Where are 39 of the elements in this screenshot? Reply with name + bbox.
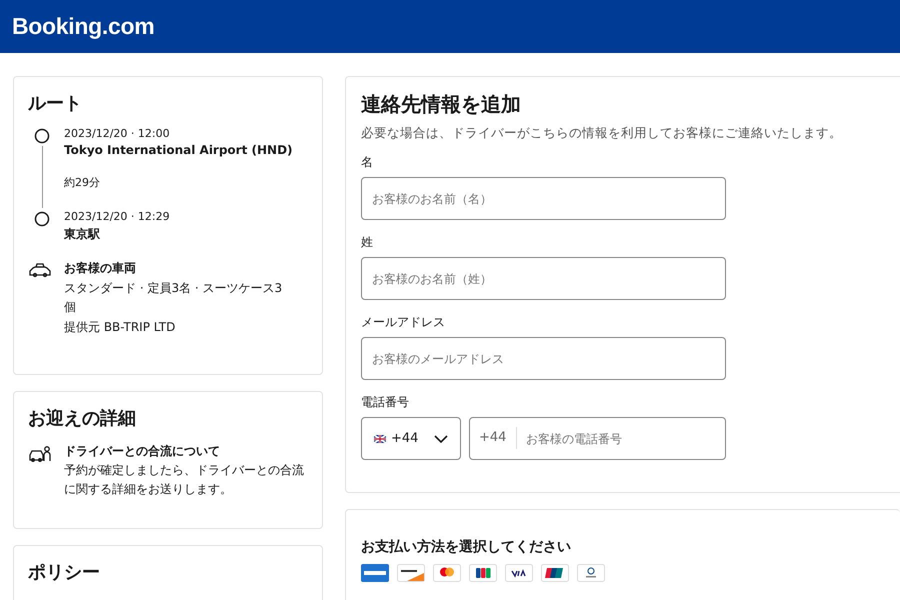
circle-icon [34, 211, 50, 227]
stop-place: 東京駅 [64, 226, 101, 243]
card-title: ルート [28, 92, 83, 115]
phone-prefix: +44 [479, 427, 518, 449]
country-select[interactable]: +44 [361, 417, 461, 460]
card-title: お迎えの詳細 [28, 407, 137, 430]
field-label: 電話番号 [361, 394, 410, 411]
pickup-heading: ドライバーとの合流について [64, 443, 221, 460]
card-logo-icon [361, 564, 389, 582]
vehicle-title: お客様の車両 [64, 260, 137, 277]
stop-time: 2023/12/20 · 12:29 [64, 210, 170, 223]
card-title: ポリシー [28, 561, 101, 584]
card-logo-icon [469, 564, 497, 582]
field-label: 姓 [361, 234, 374, 251]
flag-icon [374, 434, 386, 442]
vehicle-detail: スタンダード · 定員3名 · スーツケース3個 [64, 280, 284, 316]
stop-time: 2023/12/20 · 12:00 [64, 127, 171, 140]
card-subtitle: 必要な場合は、ドライバーがこちらの情報を利用してお客様にご連絡いたします。 [361, 125, 843, 142]
card-logo-icon [577, 564, 605, 582]
circle-icon [34, 128, 50, 144]
card-logo-icon [505, 564, 533, 582]
driver-car-icon [28, 444, 52, 464]
pickup-text: 予約が確定しましたら、ドライバーとの合流に関する詳細をお送りします。 [64, 462, 305, 498]
field-label: メールアドレス [361, 314, 446, 331]
field-label: 名 [361, 154, 374, 171]
logo[interactable]: Booking.com [12, 13, 154, 40]
input-field[interactable]: お客様のお名前（姓） [361, 257, 726, 300]
provider-text: 提供元 BB-TRIP LTD [64, 319, 176, 336]
input-field[interactable]: お客様のお名前（名） [361, 177, 726, 220]
taxi-icon [28, 261, 52, 279]
stop-place: Tokyo International Airport (HND) [64, 143, 293, 157]
card-logo-icon [433, 564, 461, 582]
card-title: お支払い方法を選択してください [361, 538, 572, 556]
chevron-down-icon [434, 434, 448, 442]
input-field[interactable]: お客様のメールアドレス [361, 337, 726, 380]
card-logo-icon [541, 564, 569, 582]
card-title: 連絡先情報を追加 [361, 91, 522, 118]
card-logo-icon [397, 564, 425, 582]
duration-text: 約29分 [64, 175, 101, 190]
